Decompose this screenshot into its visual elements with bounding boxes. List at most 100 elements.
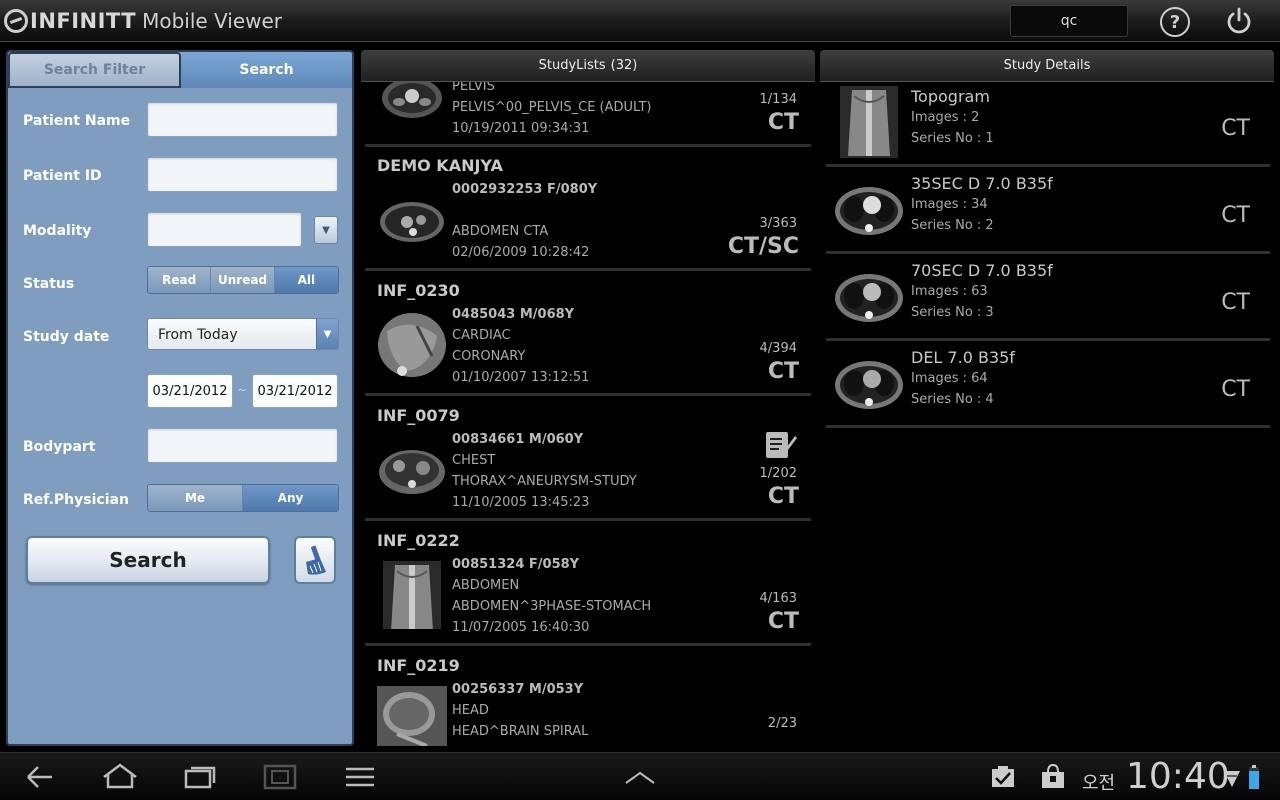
study-date-select[interactable]: From Today ▼ — [147, 318, 339, 350]
status-unread-button[interactable]: Unread — [211, 267, 275, 293]
modality-label: Modality — [23, 223, 92, 239]
study-date: 11/07/2005 16:40:30 — [452, 620, 590, 635]
broom-icon — [306, 545, 326, 575]
patient-id-input[interactable] — [147, 157, 338, 192]
chevron-down-icon: ▼ — [322, 224, 330, 236]
study-modality: CT — [767, 359, 799, 384]
patient-name: INF_0219 — [377, 656, 460, 675]
study-modality: CT — [767, 110, 799, 135]
series-modality: CT — [1221, 377, 1250, 402]
status-segmented-control: Read Unread All — [147, 266, 339, 294]
patient-name: DEMO KANJYA — [377, 156, 503, 175]
series-number: Series No : 1 — [911, 131, 994, 146]
task-done-icon[interactable] — [988, 763, 1018, 791]
back-icon[interactable] — [22, 763, 58, 791]
report-icon[interactable] — [763, 428, 797, 460]
home-icon[interactable] — [102, 763, 138, 791]
study-thumbnail — [377, 686, 447, 746]
search-button[interactable]: Search — [26, 536, 270, 584]
study-body-part: HEAD — [452, 703, 489, 718]
series-row[interactable]: Topogram Images : 2 Series No : 1 CT — [826, 82, 1270, 167]
date-to-field[interactable]: 03/21/2012 — [252, 374, 338, 408]
study-image-count: 1/134 — [759, 92, 797, 107]
study-thumbnail — [377, 436, 447, 504]
series-row[interactable]: 35SEC D 7.0 B35f Images : 34 Series No :… — [826, 169, 1270, 254]
series-row[interactable]: 70SEC D 7.0 B35f Images : 63 Series No :… — [826, 256, 1270, 341]
series-number: Series No : 2 — [911, 218, 994, 233]
system-navigation-bar: 오전 10:40 — [0, 752, 1280, 800]
series-modality: CT — [1221, 116, 1250, 141]
study-modality: CT — [767, 609, 799, 634]
patient-name-input[interactable] — [147, 102, 338, 137]
study-row[interactable]: INF_0230 0485043 M/068Y CARDIAC CORONARY… — [365, 273, 811, 396]
study-list-header: StudyLists (32) — [361, 50, 815, 82]
series-description: 70SEC D 7.0 B35f — [911, 261, 1053, 280]
search-panel: Search Filter Search Patient Name Patien… — [6, 50, 354, 746]
battery-icon — [1249, 765, 1259, 789]
shop-bag-icon[interactable] — [1038, 763, 1068, 791]
study-row[interactable]: DEMO KANJYA 0002932253 F/080Y ABDOMEN CT… — [365, 148, 811, 271]
patient-name: INF_0230 — [377, 281, 460, 300]
study-row[interactable]: INF_0222 00851324 F/058Y ABDOMEN ABDOMEN… — [365, 523, 811, 646]
series-description: DEL 7.0 B35f — [911, 348, 1015, 367]
infinitt-logo-icon — [4, 9, 28, 33]
patient-name: INF_0222 — [377, 531, 460, 550]
study-modality: CT/SC — [727, 234, 799, 259]
study-description: PELVIS^00_PELVIS_CE (ADULT) — [452, 100, 652, 115]
bodypart-input[interactable] — [147, 428, 338, 463]
series-image-count: Images : 64 — [911, 371, 988, 386]
screenshot-icon[interactable] — [262, 763, 298, 791]
study-modality: CT — [767, 484, 799, 509]
chevron-down-icon: ▼ — [316, 319, 338, 349]
user-id-box[interactable]: qc — [1010, 5, 1128, 37]
clear-button[interactable] — [294, 536, 336, 584]
menu-icon[interactable] — [342, 763, 378, 791]
series-description: Topogram — [911, 87, 990, 106]
study-body-part: CARDIAC — [452, 328, 511, 343]
modality-dropdown-button[interactable]: ▼ — [314, 216, 338, 244]
study-image-count: 1/202 — [759, 466, 797, 481]
study-body-part: ABDOMEN — [452, 578, 520, 593]
study-row[interactable]: INF_0219 00256337 M/053Y HEAD HEAD^BRAIN… — [365, 648, 811, 746]
clock-ampm: 오전 — [1082, 773, 1116, 794]
study-description: CORONARY — [452, 349, 526, 364]
ref-physician-any-button[interactable]: Any — [243, 485, 338, 511]
tab-search-filter[interactable]: Search Filter — [8, 52, 181, 88]
date-from-field[interactable]: 03/21/2012 — [147, 374, 233, 408]
series-row[interactable]: DEL 7.0 B35f Images : 64 Series No : 4 C… — [826, 343, 1270, 428]
study-row[interactable]: INF_0079 00834661 M/060Y CHEST THORAX^AN… — [365, 398, 811, 521]
patient-id-sex-age: 00834661 M/060Y — [452, 432, 584, 447]
study-thumbnail — [377, 561, 447, 629]
study-date-select-value: From Today — [158, 327, 238, 343]
series-number: Series No : 3 — [911, 305, 994, 320]
study-row[interactable]: PELVIS PELVIS^00_PELVIS_CE (ADULT) 10/19… — [365, 82, 811, 147]
series-thumbnail — [834, 86, 904, 158]
study-image-count: 4/163 — [759, 591, 797, 606]
logo-product: Mobile Viewer — [142, 9, 283, 33]
study-image-count: 4/394 — [759, 341, 797, 356]
power-icon[interactable] — [1224, 6, 1254, 36]
tab-search[interactable]: Search — [181, 52, 352, 88]
status-read-button[interactable]: Read — [148, 267, 212, 293]
study-list[interactable]: PELVIS PELVIS^00_PELVIS_CE (ADULT) 10/19… — [361, 82, 815, 746]
help-icon[interactable]: ? — [1160, 7, 1190, 37]
app-logo: INFINITT Mobile Viewer — [4, 8, 282, 34]
bodypart-label: Bodypart — [23, 439, 96, 455]
patient-id-sex-age: 0002932253 F/080Y — [452, 182, 598, 197]
study-description: THORAX^ANEURYSM-STUDY — [452, 474, 637, 489]
patient-id-sex-age: 0485043 M/068Y — [452, 307, 575, 322]
chevron-up-icon[interactable] — [622, 763, 658, 791]
status-all-button[interactable]: All — [274, 267, 338, 293]
patient-id-label: Patient ID — [23, 168, 102, 184]
ref-physician-me-button[interactable]: Me — [148, 485, 243, 511]
study-details-header: Study Details — [820, 50, 1274, 82]
series-number: Series No : 4 — [911, 392, 994, 407]
search-tabs: Search Filter Search — [8, 52, 352, 88]
recent-apps-icon[interactable] — [182, 763, 218, 791]
modality-input[interactable] — [147, 212, 302, 247]
study-list-panel: StudyLists (32) PELVIS PELVIS^00_PELVIS_… — [361, 50, 815, 746]
study-description: ABDOMEN CTA — [452, 224, 549, 239]
series-thumbnail — [834, 260, 904, 332]
study-body-part: CHEST — [452, 453, 496, 468]
status-label: Status — [23, 276, 75, 292]
